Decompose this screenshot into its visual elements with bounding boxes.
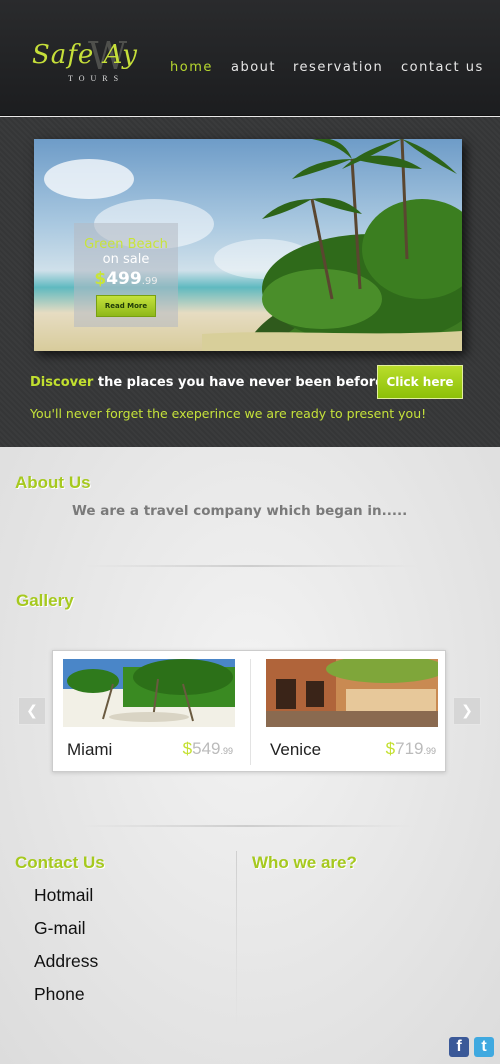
contact-address[interactable]: Address (34, 951, 98, 984)
gallery-item-name: Venice (270, 740, 322, 759)
read-more-button[interactable]: Read More (95, 295, 157, 317)
hero-banner-image: Green Beach on sale $499.99 Read More (34, 139, 462, 351)
contact-heading: Contact Us (15, 853, 105, 872)
who-we-are-heading: Who we are? (252, 853, 357, 872)
gallery-heading: Gallery (16, 591, 74, 610)
click-here-button[interactable]: Click here (377, 365, 463, 399)
hero-subline: You'll never forget the exeperince we ar… (30, 406, 427, 421)
gallery-item-name: Miami (67, 740, 113, 759)
about-heading: About Us (15, 473, 91, 492)
gallery-item-price: $719.99 (385, 739, 436, 758)
site-header: W Safe Ay TOURS home about reservation c… (0, 0, 500, 116)
offer-subtitle: on sale (102, 252, 150, 267)
contact-phone[interactable]: Phone (34, 984, 98, 1017)
hero-tagline: Discover the places you have never been … (30, 375, 384, 390)
twitter-icon[interactable]: t (474, 1037, 494, 1057)
chevron-left-icon: ❮ (26, 703, 38, 719)
nav-reservation[interactable]: reservation (293, 60, 383, 75)
hero-section: Green Beach on sale $499.99 Read More Di… (0, 117, 500, 447)
contact-hotmail[interactable]: Hotmail (34, 885, 98, 918)
gallery-prev-button[interactable]: ❮ (18, 697, 46, 725)
chevron-right-icon: ❯ (461, 703, 473, 719)
about-text: We are a travel company which began in..… (72, 503, 408, 519)
offer-box: Green Beach on sale $499.99 Read More (74, 223, 178, 327)
gallery-item-venice[interactable]: Venice $719.99 (256, 651, 440, 773)
divider (80, 825, 412, 827)
offer-price: $499.99 (94, 269, 158, 289)
nav-home[interactable]: home (170, 60, 213, 75)
contact-gmail[interactable]: G-mail (34, 918, 98, 951)
gallery-item-price: $549.99 (182, 739, 233, 758)
divider (250, 659, 251, 765)
gallery-item-miami[interactable]: Miami $549.99 (53, 651, 237, 773)
contact-list: Hotmail G-mail Address Phone (34, 885, 98, 1017)
offer-title: Green Beach (84, 237, 168, 252)
logo-text: Safe Ay (32, 40, 138, 70)
divider (86, 565, 416, 567)
gallery-carousel: Miami $549.99 Venice $719.99 (52, 650, 446, 772)
venice-image (266, 659, 438, 727)
column-divider (236, 851, 237, 1031)
logo-subtitle: TOURS (68, 74, 125, 83)
facebook-icon[interactable]: f (449, 1037, 469, 1057)
logo[interactable]: W Safe Ay TOURS (28, 34, 168, 88)
gallery-next-button[interactable]: ❯ (453, 697, 481, 725)
miami-image (63, 659, 235, 727)
palm-trees-illustration (202, 139, 462, 351)
nav-contact-us[interactable]: contact us (401, 60, 484, 75)
content-area: About Us We are a travel company which b… (0, 447, 500, 1064)
nav-about[interactable]: about (231, 60, 276, 75)
